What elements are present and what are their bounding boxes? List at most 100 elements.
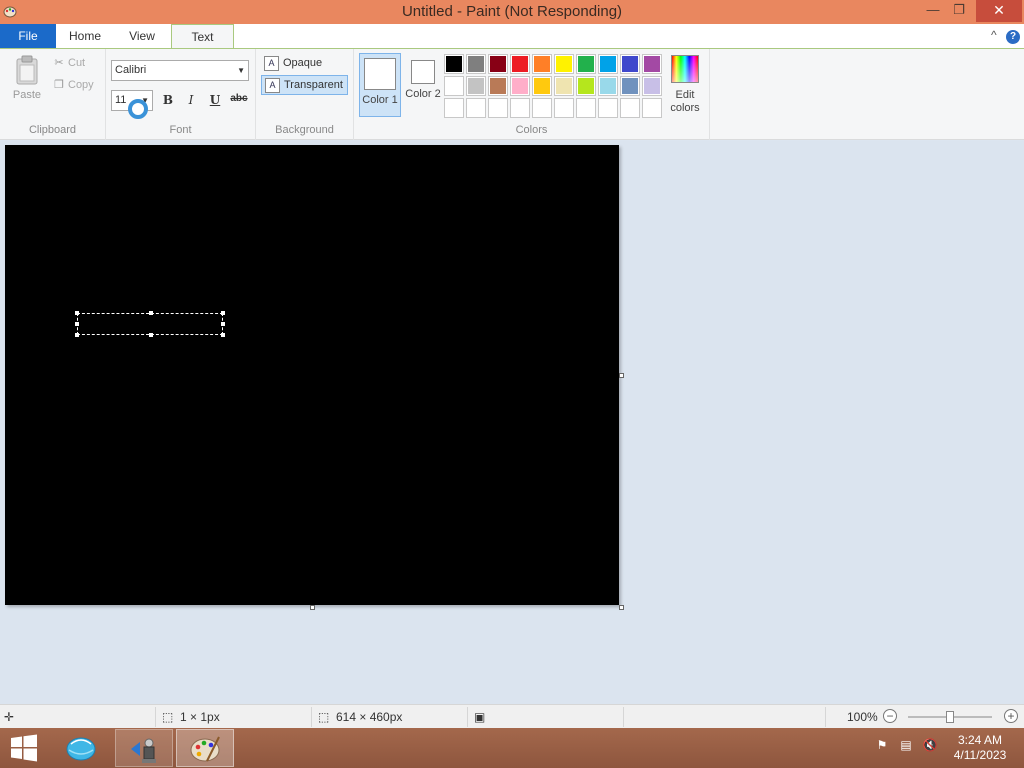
canvas-resize-handle-corner[interactable]	[619, 605, 624, 610]
strikethrough-button[interactable]: abc	[228, 93, 250, 109]
palette-swatch[interactable]	[532, 54, 552, 74]
palette-swatch[interactable]	[510, 54, 530, 74]
edit-colors-label: Edit colors	[670, 89, 700, 114]
ribbon-help-area: ^ ?	[985, 28, 1020, 44]
palette-swatch[interactable]	[620, 54, 640, 74]
maximize-button[interactable]: ❐	[944, 0, 974, 22]
palette-swatch[interactable]	[444, 98, 464, 118]
volume-muted-icon[interactable]: 🔇	[922, 738, 938, 754]
resize-handle[interactable]	[221, 311, 225, 315]
copy-button[interactable]: ❐ Copy	[52, 78, 94, 94]
color2-button[interactable]: Color 2	[402, 53, 444, 117]
palette-swatch[interactable]	[466, 54, 486, 74]
palette-swatch[interactable]	[532, 76, 552, 96]
disk-size-icon: ▣	[474, 710, 486, 724]
palette-swatch[interactable]	[444, 76, 464, 96]
clipboard-group: Paste ✂ Cut ❐ Copy Clipboard	[0, 49, 106, 140]
canvas-workspace	[0, 141, 1024, 704]
clipboard-icon	[15, 55, 39, 85]
tab-home[interactable]: Home	[56, 24, 114, 48]
resize-handle[interactable]	[221, 333, 225, 337]
taskbar-app-globe[interactable]	[58, 729, 116, 767]
zoom-slider-thumb[interactable]	[946, 711, 954, 723]
clipboard-group-label: Clipboard	[28, 124, 77, 136]
palette-swatch[interactable]	[620, 98, 640, 118]
color1-swatch	[364, 58, 396, 90]
opaque-label: Opaque	[283, 57, 323, 69]
taskbar-app-chess[interactable]	[115, 729, 173, 767]
palette-swatch[interactable]	[598, 54, 618, 74]
background-group-label: Background	[275, 124, 334, 136]
color1-label: Color 1	[362, 94, 398, 106]
palette-swatch[interactable]	[642, 54, 662, 74]
palette-swatch-fill	[446, 56, 462, 72]
palette-swatch[interactable]	[576, 98, 596, 118]
canvas-resize-handle-right[interactable]	[619, 373, 624, 378]
font-family-value: Calibri	[115, 64, 147, 76]
taskbar-app-paint[interactable]	[176, 729, 234, 767]
busy-cursor-icon	[128, 99, 148, 119]
palette-swatch[interactable]	[642, 98, 662, 118]
palette-swatch[interactable]	[576, 76, 596, 96]
palette-swatch[interactable]	[554, 98, 574, 118]
resize-handle[interactable]	[75, 311, 79, 315]
close-button[interactable]: ✕	[976, 0, 1022, 22]
palette-swatch[interactable]	[466, 98, 486, 118]
palette-swatch[interactable]	[510, 76, 530, 96]
image-size-icon: ⬚	[318, 710, 330, 724]
zoom-out-button[interactable]: −	[883, 709, 897, 723]
copy-icon: ❐	[54, 79, 64, 91]
palette-swatch[interactable]	[488, 98, 508, 118]
canvas-resize-handle-bottom[interactable]	[310, 605, 315, 610]
palette-swatch[interactable]	[510, 98, 530, 118]
transparent-icon: A	[265, 78, 280, 93]
paste-button[interactable]: Paste	[8, 55, 46, 101]
resize-handle[interactable]	[75, 322, 79, 326]
transparent-button[interactable]: A Transparent	[261, 75, 348, 95]
palette-swatch[interactable]	[532, 98, 552, 118]
color1-button[interactable]: Color 1	[359, 53, 401, 117]
status-divider	[467, 707, 468, 727]
edit-colors-button[interactable]: Edit colors	[666, 55, 704, 115]
minimize-ribbon-icon[interactable]: ^	[991, 28, 997, 42]
scissors-icon: ✂	[54, 57, 64, 69]
palette-swatch[interactable]	[444, 54, 464, 74]
opaque-button[interactable]: A Opaque	[261, 54, 341, 74]
bold-button[interactable]: B	[159, 93, 177, 109]
cut-button[interactable]: ✂ Cut	[52, 56, 85, 72]
underline-button[interactable]: U	[206, 93, 224, 109]
palette-swatch[interactable]	[642, 76, 662, 96]
resize-handle[interactable]	[75, 333, 79, 337]
palette-swatch-fill	[622, 78, 638, 94]
paint-palette-icon	[190, 736, 220, 762]
tab-file[interactable]: File	[0, 24, 56, 48]
palette-swatch[interactable]	[554, 76, 574, 96]
action-center-flag-icon[interactable]: ⚑	[874, 738, 890, 754]
italic-button[interactable]: I	[182, 93, 200, 109]
tab-view[interactable]: View	[114, 24, 170, 48]
palette-swatch[interactable]	[466, 76, 486, 96]
font-family-dropdown[interactable]: Calibri ▼	[111, 60, 249, 81]
drawing-canvas[interactable]	[5, 145, 619, 605]
tab-text[interactable]: Text	[171, 24, 234, 49]
palette-swatch-fill	[556, 56, 572, 72]
palette-swatch[interactable]	[554, 54, 574, 74]
palette-swatch[interactable]	[598, 98, 618, 118]
network-icon[interactable]: ▤	[898, 738, 914, 754]
zoom-in-button[interactable]: +	[1004, 709, 1018, 723]
resize-handle[interactable]	[149, 311, 153, 315]
chess-icon	[131, 738, 156, 763]
start-button[interactable]	[0, 729, 48, 767]
cut-label: Cut	[68, 57, 86, 69]
palette-swatch[interactable]	[576, 54, 596, 74]
palette-swatch[interactable]	[488, 54, 508, 74]
help-icon[interactable]: ?	[1006, 30, 1020, 44]
text-input-box[interactable]	[75, 311, 225, 337]
palette-swatch[interactable]	[620, 76, 640, 96]
palette-swatch[interactable]	[488, 76, 508, 96]
system-clock[interactable]: 3:24 AM 4/11/2023	[950, 733, 1010, 763]
resize-handle[interactable]	[149, 333, 153, 337]
taskbar: ⚑ ▤ 🔇 3:24 AM 4/11/2023	[0, 728, 1024, 768]
resize-handle[interactable]	[221, 322, 225, 326]
palette-swatch[interactable]	[598, 76, 618, 96]
